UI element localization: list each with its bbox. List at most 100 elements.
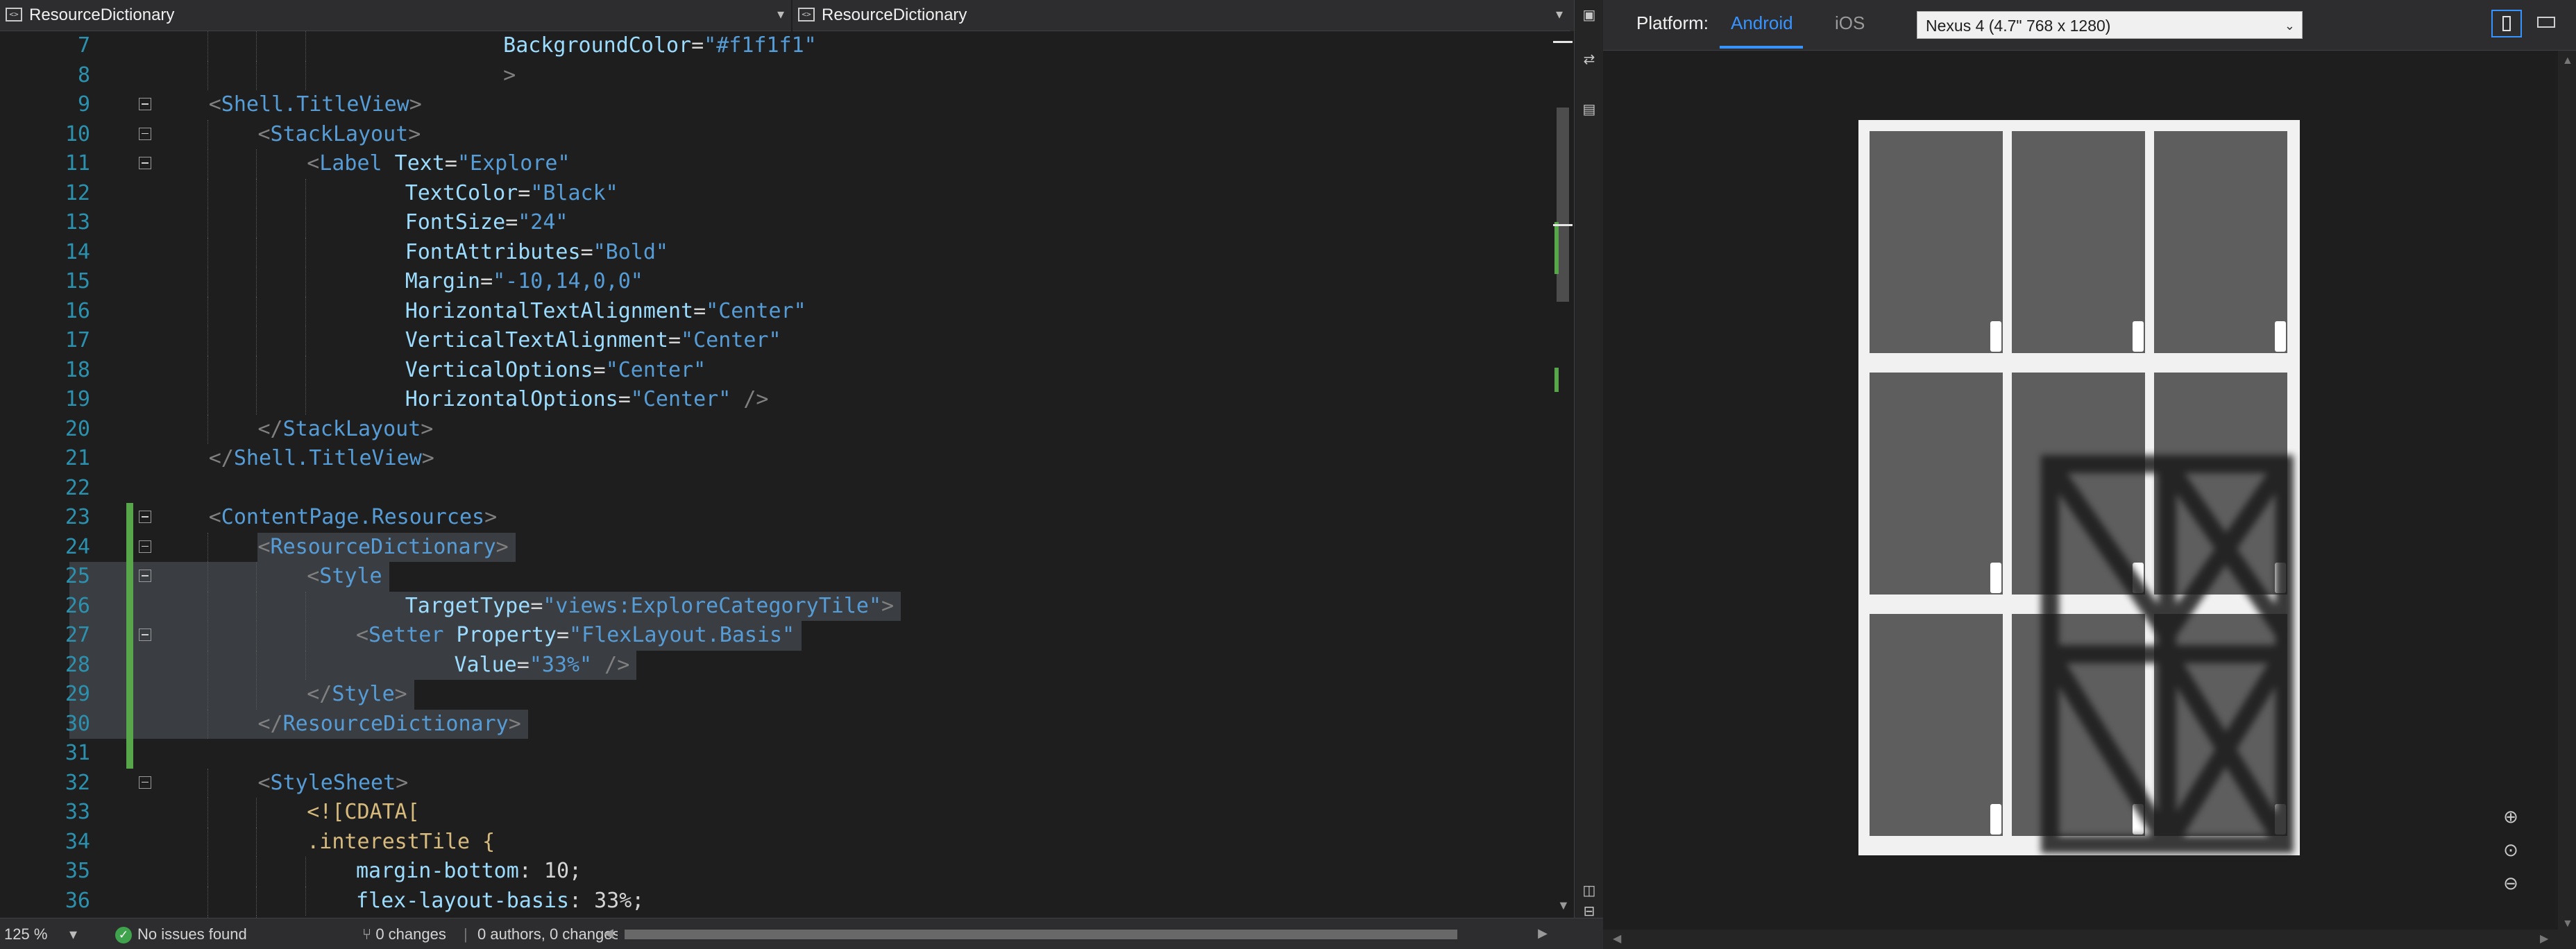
code-line[interactable]: 32 <StyleSheet>	[0, 768, 1554, 798]
tab-ios[interactable]: iOS	[1835, 12, 1865, 34]
code-token: >	[484, 505, 498, 529]
indent-guide	[207, 857, 208, 887]
indent-guide	[207, 208, 208, 238]
code-line[interactable]: 25 <Style	[0, 562, 1554, 592]
editor-horizontal-scrollbar[interactable]: ◀ ▶	[604, 926, 1548, 941]
code-line[interactable]: 33 <![CDATA[	[0, 798, 1554, 828]
authors-text[interactable]: 0 authors, 0 changes	[477, 925, 620, 943]
category-tile	[2012, 131, 2145, 353]
split-icon[interactable]: ▣	[1581, 7, 1598, 24]
indent-guide	[256, 296, 257, 326]
code-area[interactable]: 7 BackgroundColor="#f1f1f1" 8 >9 <Shell.Titl…	[0, 31, 1554, 918]
editor-vertical-scrollbar[interactable]: ▼	[1553, 31, 1574, 919]
split-view-icon[interactable]	[1553, 41, 1573, 43]
code-line[interactable]: 26 TargetType="views:ExploreCategoryTile"…	[0, 591, 1554, 621]
device-select[interactable]: Nexus 4 (4.7" 768 x 1280) ⌄	[1917, 11, 2303, 39]
indent-guide	[256, 385, 257, 415]
code-line[interactable]: 11 <Label Text="Explore"	[0, 149, 1554, 179]
scrollbar-thumb[interactable]	[625, 930, 1457, 939]
scroll-left-icon[interactable]: ◀	[1613, 932, 1621, 946]
code-token: Style	[332, 682, 395, 706]
code-line[interactable]: 14 FontAttributes="Bold"	[0, 237, 1554, 267]
code-line[interactable]: 27 <Setter Property="FlexLayout.Basis"	[0, 621, 1554, 651]
type-navigation-dropdown[interactable]: <> ResourceDictionary ▾	[0, 0, 791, 31]
swap-panes-icon[interactable]: ⇄	[1581, 51, 1598, 68]
fold-toggle-icon[interactable]	[139, 511, 151, 523]
member-navigation-dropdown[interactable]: <> ResourceDictionary ▾	[793, 0, 1570, 31]
code-token: =	[556, 623, 570, 647]
code-line[interactable]: 36 flex-layout-basis: 33%;	[0, 886, 1554, 916]
change-indicator	[126, 562, 133, 592]
scroll-down-icon[interactable]: ▼	[1557, 898, 1570, 913]
indent-guide	[207, 768, 208, 798]
scroll-up-icon[interactable]: ▲	[2562, 55, 2573, 67]
code-line[interactable]: 16 HorizontalTextAlignment="Center"	[0, 296, 1554, 326]
code-token: </	[208, 446, 234, 470]
line-number: 8	[77, 62, 90, 87]
code-line[interactable]: 18 VerticalOptions="Center"	[0, 355, 1554, 385]
fold-toggle-icon[interactable]	[139, 629, 151, 641]
fold-toggle-icon[interactable]	[139, 98, 151, 110]
preview-horizontal-scrollbar[interactable]: ◀ ▶	[1603, 930, 2558, 949]
preview-canvas[interactable]: ⊕ ⊙ ⊖	[1603, 51, 2576, 949]
code-line[interactable]: 23 <ContentPage.Resources>	[0, 503, 1554, 533]
scroll-right-icon[interactable]: ▶	[2540, 932, 2548, 946]
zoom-in-icon[interactable]: ⊕	[2498, 804, 2523, 829]
scroll-left-icon[interactable]: ◀	[604, 926, 613, 941]
code-line[interactable]: 13 FontSize="24"	[0, 208, 1554, 238]
issues-indicator[interactable]: ✓ No issues found	[115, 925, 247, 944]
fold-toggle-icon[interactable]	[139, 570, 151, 582]
code-line[interactable]: 17 VerticalTextAlignment="Center"	[0, 326, 1554, 356]
fold-toggle-icon[interactable]	[139, 540, 151, 553]
code-line[interactable]: 34 .interestTile {	[0, 827, 1554, 857]
code-line[interactable]: 19 HorizontalOptions="Center" />	[0, 385, 1554, 415]
zoom-level[interactable]: 125 %	[4, 925, 47, 943]
category-tile	[2154, 614, 2287, 836]
indent-guide	[207, 149, 208, 179]
portrait-button[interactable]	[2491, 10, 2522, 37]
code-token: "FlexLayout.Basis"	[569, 623, 795, 647]
code-line[interactable]: 35 margin-bottom: 10;	[0, 857, 1554, 887]
code-line[interactable]: 24 <ResourceDictionary>	[0, 532, 1554, 562]
code-line[interactable]: 31	[0, 739, 1554, 769]
code-line[interactable]: 30 </ResourceDictionary>	[0, 709, 1554, 739]
code-line[interactable]: 8 >	[0, 60, 1554, 91]
fold-toggle-icon[interactable]	[139, 157, 151, 169]
line-number: 29	[65, 682, 90, 706]
code-line[interactable]: 21 </Shell.TitleView>	[0, 444, 1554, 474]
code-line[interactable]: 28 Value="33%" />	[0, 650, 1554, 680]
fold-toggle-icon[interactable]	[139, 127, 151, 140]
tab-android[interactable]: Android	[1731, 12, 1793, 34]
code-line[interactable]: 29 </Style>	[0, 680, 1554, 710]
git-changes[interactable]: ⑂ 0 changes	[362, 925, 446, 943]
chevron-down-icon[interactable]: ▾	[777, 6, 784, 23]
code-line[interactable]: 9 <Shell.TitleView>	[0, 90, 1554, 120]
collapse-pane-icon[interactable]: ▤	[1581, 101, 1598, 118]
code-line[interactable]: 15 Margin="-10,14,0,0"	[0, 267, 1554, 297]
chevron-down-icon[interactable]: ▾	[1556, 6, 1563, 23]
code-line[interactable]: 12 TextColor="Black"	[0, 178, 1554, 208]
xaml-editor[interactable]: <> ResourceDictionary ▾ <> ResourceDicti…	[0, 0, 1604, 949]
code-line[interactable]: 20 </StackLayout>	[0, 414, 1554, 444]
code-line[interactable]: 7 BackgroundColor="#f1f1f1"	[0, 31, 1554, 61]
code-line[interactable]: 22	[0, 474, 1554, 504]
scroll-right-icon[interactable]: ▶	[1538, 926, 1548, 941]
code-token: HorizontalOptions	[405, 387, 618, 411]
tile-handle	[1990, 563, 2001, 593]
zoom-out-icon[interactable]: ⊖	[2498, 871, 2523, 896]
vertical-split-icon[interactable]: ◫	[1581, 882, 1598, 899]
fold-toggle-icon[interactable]	[139, 776, 151, 789]
indent-guide	[256, 178, 257, 208]
portrait-icon	[2502, 16, 2511, 31]
code-token: "Center"	[681, 328, 781, 352]
preview-vertical-scrollbar[interactable]: ▲ ▼	[2558, 51, 2576, 949]
code-line[interactable]: 10 <StackLayout>	[0, 119, 1554, 149]
landscape-icon[interactable]	[2537, 17, 2555, 28]
scroll-down-icon[interactable]: ▼	[2562, 918, 2573, 930]
code-text: >	[503, 61, 516, 91]
code-text: <Label Text="Explore"	[307, 149, 570, 179]
zoom-dropdown-icon[interactable]: ▾	[69, 925, 77, 943]
zoom-fit-icon[interactable]: ⊙	[2498, 837, 2523, 862]
code-text: margin-bottom: 10;	[356, 857, 582, 887]
